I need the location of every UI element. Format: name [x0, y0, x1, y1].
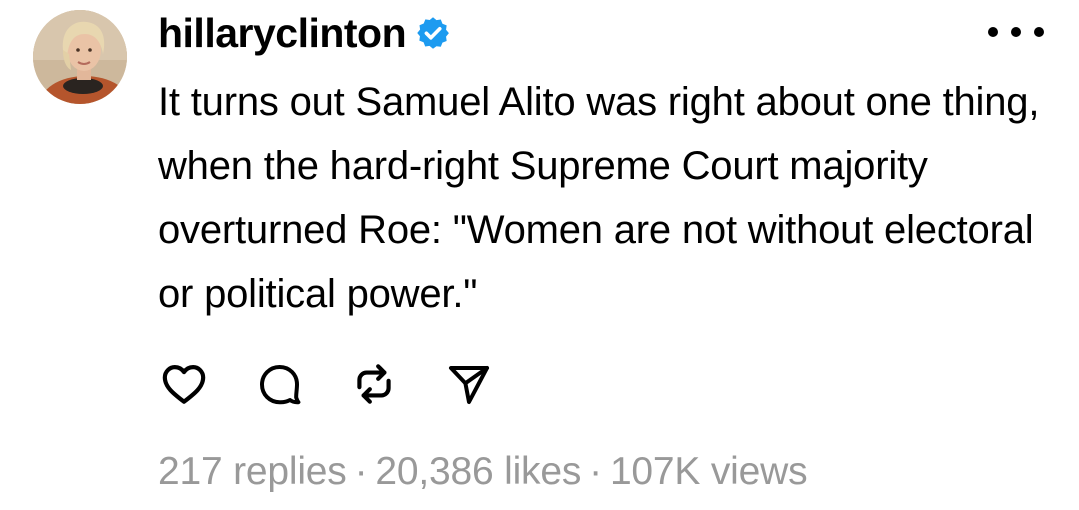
avatar[interactable] — [33, 10, 127, 104]
repost-arrows-icon — [357, 364, 391, 404]
comment-bubble-icon — [260, 365, 301, 405]
action-bar — [158, 356, 536, 412]
post-card: hillaryclinton It turns out Samuel Alito… — [0, 0, 1079, 510]
dot-icon — [1034, 27, 1044, 37]
stats-separator: · — [589, 450, 602, 493]
replies-count-link[interactable]: 217 replies — [158, 450, 347, 493]
send-icon — [449, 366, 489, 404]
reply-button[interactable] — [251, 356, 307, 412]
heart-icon — [162, 365, 206, 404]
likes-count-link[interactable]: 20,386 likes — [375, 450, 581, 493]
post-stats: 217 replies · 20,386 likes · 107K views — [158, 450, 808, 494]
dot-icon — [1011, 27, 1021, 37]
username[interactable]: hillaryclinton — [158, 10, 407, 57]
views-count: 107K views — [609, 450, 808, 493]
like-button[interactable] — [156, 356, 212, 412]
author-header: hillaryclinton — [158, 8, 451, 58]
avatar-photo — [33, 10, 127, 104]
post-text: It turns out Samuel Alito was right abou… — [158, 80, 1040, 316]
verified-badge-icon — [417, 17, 450, 49]
share-button[interactable] — [441, 356, 497, 412]
repost-button[interactable] — [346, 356, 402, 412]
more-options-button[interactable] — [988, 14, 1044, 50]
stats-separator: · — [354, 450, 368, 493]
dot-icon — [988, 27, 998, 37]
